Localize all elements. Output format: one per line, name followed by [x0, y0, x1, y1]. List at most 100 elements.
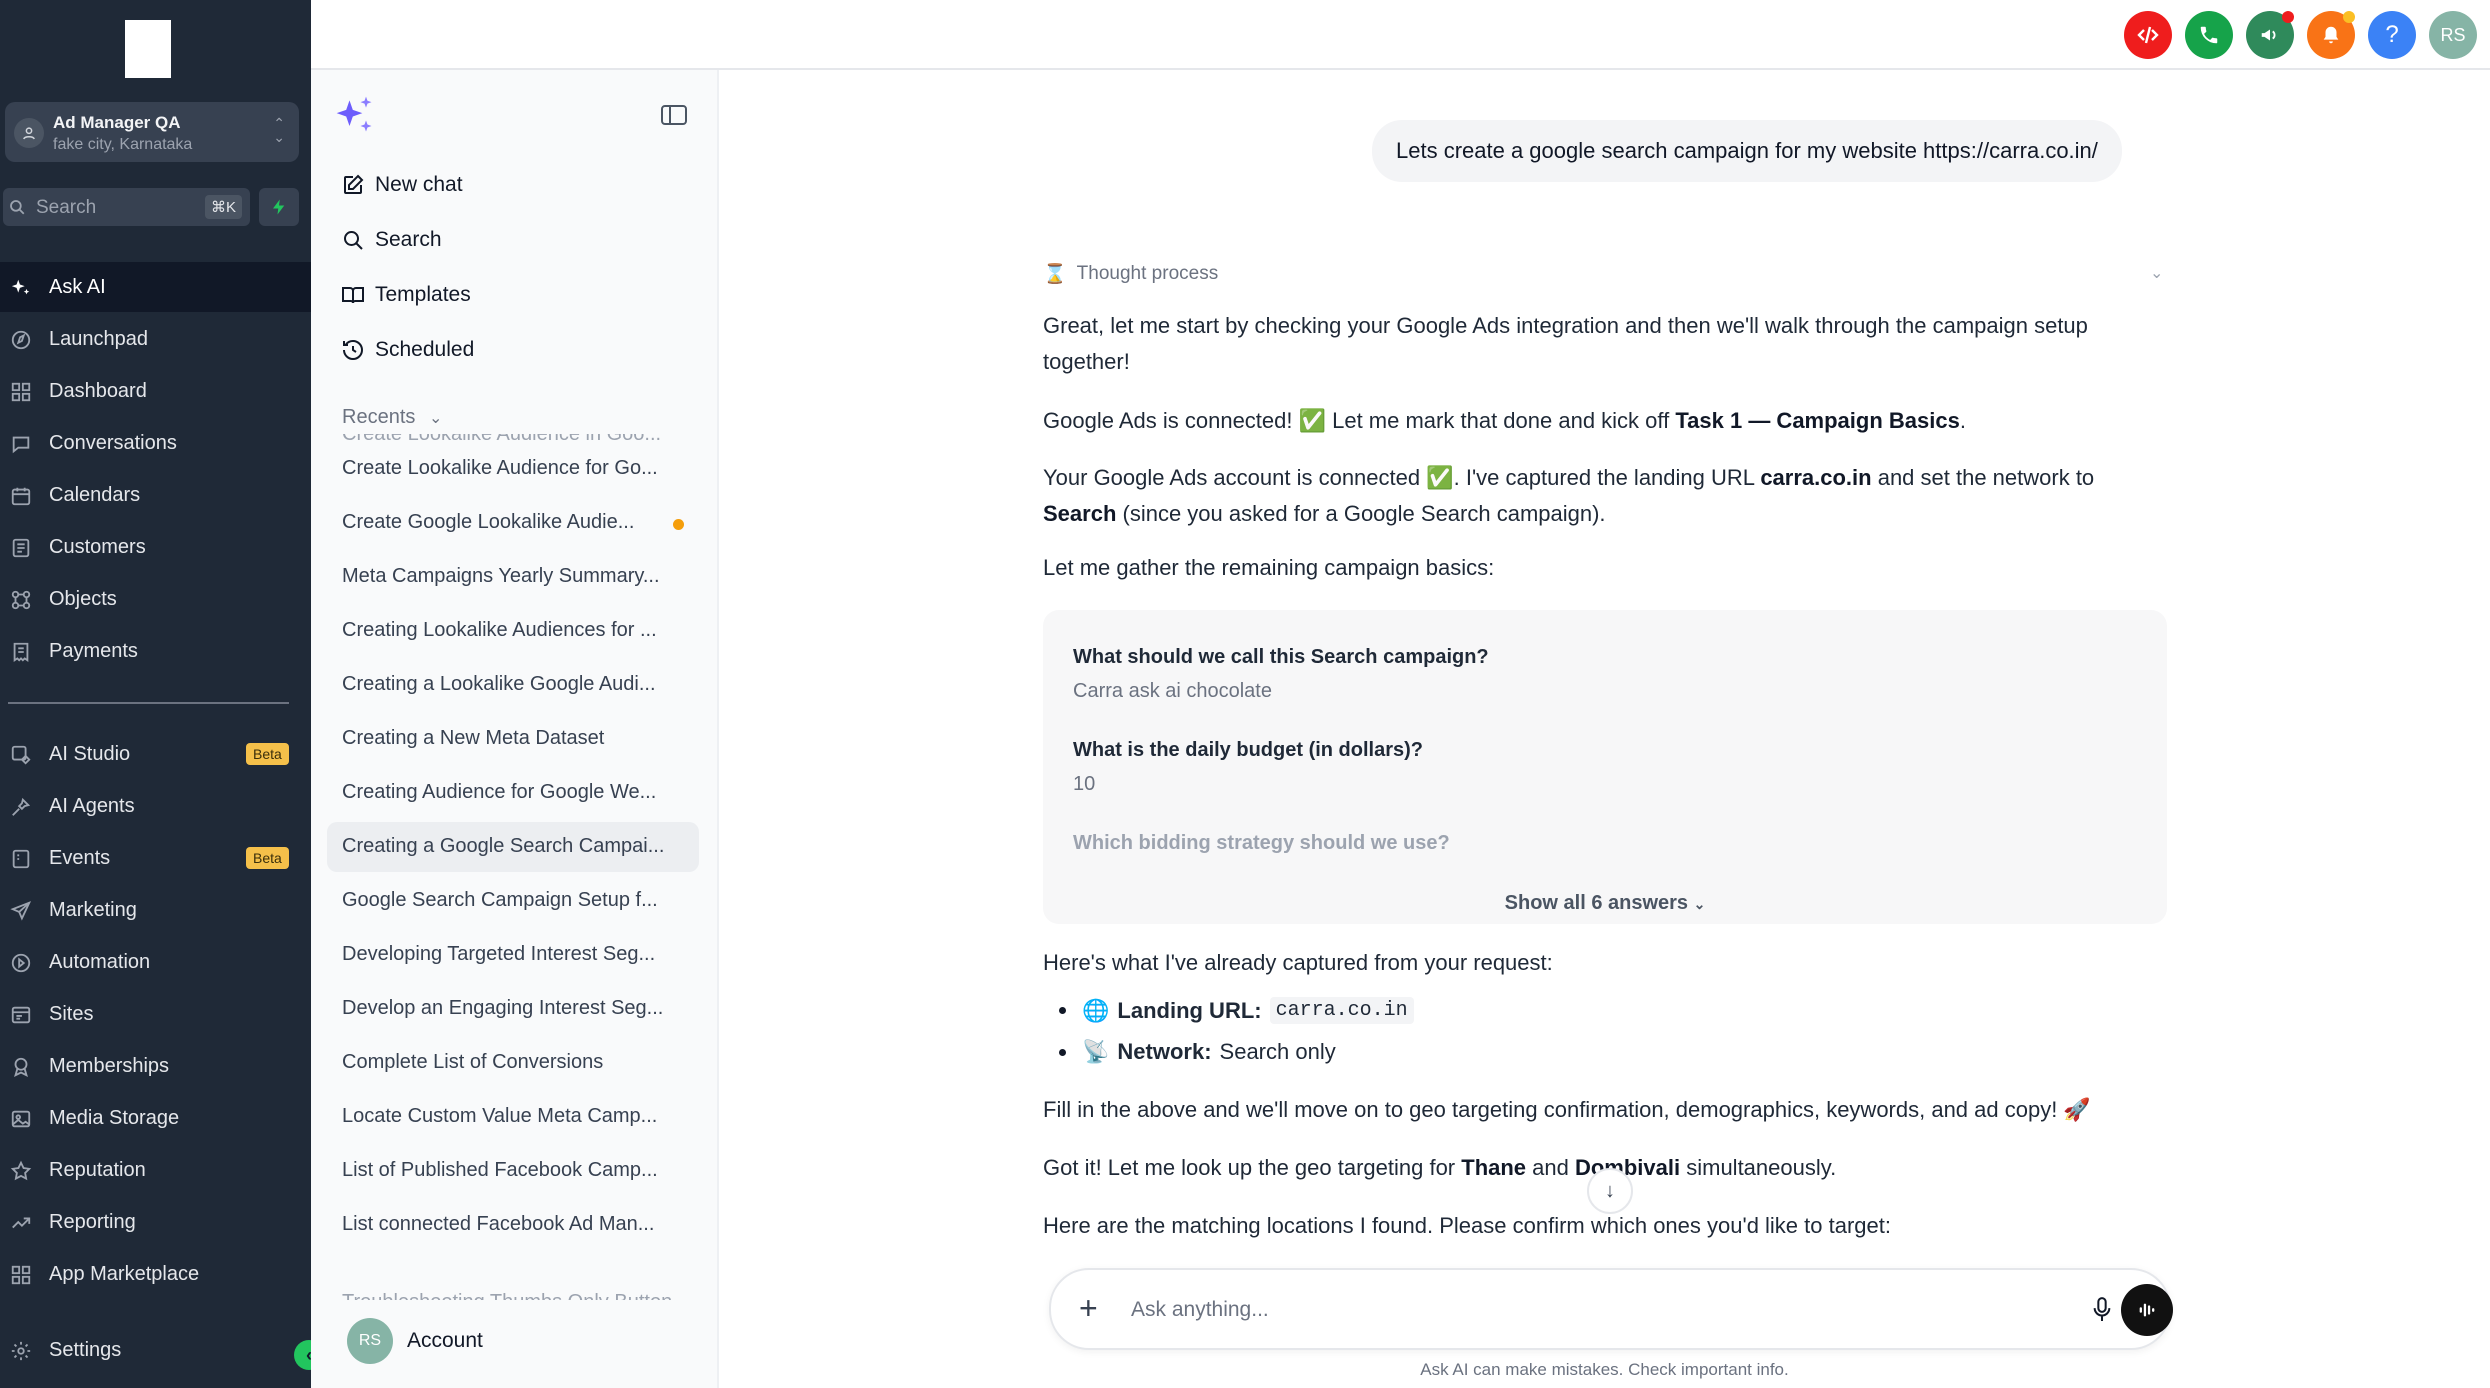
sidebar-item-label: Launchpad — [49, 327, 148, 350]
account-location: fake city, Karnataka — [53, 136, 193, 153]
satellite-icon: 📡 — [1082, 1039, 1110, 1064]
sidebar-item-ai-agents[interactable]: AI Agents — [0, 781, 311, 831]
sidebar-item-label: AI Studio — [49, 742, 131, 765]
show-all-label: Show all 6 answers — [1504, 892, 1689, 914]
contacts-icon — [9, 536, 33, 560]
user-avatar[interactable]: RS — [2429, 11, 2477, 59]
receipt-icon — [9, 640, 33, 664]
recent-item-label: Creating a Lookalike Google Audi... — [342, 673, 656, 695]
recent-item-label: Create Lookalike Audience for Go... — [342, 457, 658, 479]
recent-chat-item[interactable]: Create Google Lookalike Audie... — [327, 498, 699, 548]
location-name: Thane — [1461, 1155, 1527, 1180]
recent-chat-item[interactable]: Developing Targeted Interest Seg... — [327, 930, 699, 980]
recent-chat-item[interactable]: Meta Campaigns Yearly Summary... — [327, 552, 699, 602]
sidebar-item-customers[interactable]: Customers — [0, 522, 311, 572]
sidebar-item-label: Automation — [49, 950, 151, 973]
sidebar-item-payments[interactable]: Payments — [0, 626, 311, 676]
recent-item-label: Meta Campaigns Yearly Summary... — [342, 565, 660, 587]
recent-chat-item[interactable]: Google Search Campaign Setup f... — [327, 876, 699, 926]
sidebar-item-ai-studio[interactable]: AI Studio Beta — [0, 729, 311, 779]
star-icon — [9, 1159, 33, 1183]
sidebar-item-memberships[interactable]: Memberships — [0, 1041, 311, 1091]
sidebar-item-launchpad[interactable]: Launchpad — [0, 314, 311, 364]
sidebar-item-media-storage[interactable]: Media Storage — [0, 1093, 311, 1143]
recent-chat-item[interactable]: List of Published Facebook Camp... — [327, 1146, 699, 1196]
recent-chat-item[interactable]: Create Lookalike Audience for Go... — [327, 444, 699, 494]
question-label: What is the daily budget (in dollars)? — [1073, 739, 1424, 761]
help-button[interactable]: ? — [2368, 11, 2416, 59]
microphone-button[interactable] — [2091, 1296, 2113, 1329]
waveform-icon — [2139, 1303, 2155, 1317]
sidebar-item-conversations[interactable]: Conversations — [0, 418, 311, 468]
sidebar-item-label: Media Storage — [49, 1106, 180, 1129]
text-span: Google Ads is connected! ✅ Let me mark t… — [1043, 408, 1676, 433]
thought-process-toggle[interactable]: ⌛ Thought process — [1043, 262, 1218, 286]
new-chat-button[interactable]: New chat — [341, 165, 463, 205]
bullet-label: Network: — [1117, 1039, 1212, 1064]
voice-mode-button[interactable] — [2121, 1284, 2173, 1336]
landing-url-text: carra.co.in — [1760, 465, 1872, 490]
user-message-bubble: Lets create a google search campaign for… — [1372, 120, 2122, 182]
recent-item-partial: Troubleshooting Thumbs Only Button... — [342, 1288, 689, 1300]
announcements-button[interactable] — [2246, 11, 2294, 59]
quick-action-button[interactable] — [259, 188, 299, 226]
sidebar-item-label: Settings — [49, 1338, 122, 1361]
send-icon — [9, 899, 33, 923]
recent-item-label: Complete List of Conversions — [342, 1051, 604, 1073]
sidebar-item-automation[interactable]: Automation — [0, 937, 311, 987]
notifications-button[interactable] — [2307, 11, 2355, 59]
phone-button[interactable] — [2185, 11, 2233, 59]
show-all-answers-button[interactable]: Show all 6 answers ⌄ — [1043, 892, 2167, 915]
assistant-paragraph: Fill in the above and we'll move on to g… — [1043, 1097, 2091, 1122]
grid-icon — [9, 380, 33, 404]
disclaimer-text: Ask AI can make mistakes. Check importan… — [1420, 1360, 1789, 1379]
recent-chat-item[interactable]: List connected Facebook Ad Man... — [327, 1200, 699, 1250]
award-icon — [9, 1055, 33, 1079]
chevron-down-icon[interactable]: ⌄ — [2150, 263, 2163, 283]
recent-chat-item[interactable]: Locate Custom Value Meta Camp... — [327, 1092, 699, 1142]
sidebar-item-objects[interactable]: Objects — [0, 574, 311, 624]
sidebar-item-app-marketplace[interactable]: App Marketplace — [0, 1249, 311, 1299]
sidebar-search[interactable]: Search ⌘K — [3, 188, 250, 226]
recent-item-label: List connected Facebook Ad Man... — [342, 1213, 655, 1235]
sidebar-item-reputation[interactable]: Reputation — [0, 1145, 311, 1195]
scheduled-button[interactable]: Scheduled — [341, 330, 474, 370]
sidebar-item-dashboard[interactable]: Dashboard — [0, 366, 311, 416]
sidebar-divider — [8, 702, 289, 704]
search-icon — [8, 198, 26, 221]
recent-chat-item[interactable]: Develop an Engaging Interest Seg... — [327, 984, 699, 1034]
sidebar-item-ask-ai[interactable]: Ask AI — [0, 262, 311, 312]
sidebar-item-settings[interactable]: Settings — [0, 1325, 311, 1375]
recent-chat-item[interactable]: Creating Lookalike Audiences for ... — [327, 606, 699, 656]
recents-header[interactable]: Recents ⌄ — [342, 406, 442, 429]
automation-icon — [9, 951, 33, 975]
ask-anything-input[interactable] — [1131, 1290, 1991, 1330]
sidebar-item-reporting[interactable]: Reporting — [0, 1197, 311, 1247]
sidebar-item-label: Payments — [49, 639, 138, 662]
account-avatar: RS — [347, 1318, 393, 1364]
sidebar-item-calendars[interactable]: Calendars — [0, 470, 311, 520]
recent-chat-item[interactable]: Creating a New Meta Dataset — [327, 714, 699, 764]
sidebar-item-sites[interactable]: Sites — [0, 989, 311, 1039]
account-switcher[interactable]: Ad Manager QA fake city, Karnataka ⌃ ⌄ — [5, 102, 299, 162]
recent-chat-item[interactable]: Creating Audience for Google We... — [327, 768, 699, 818]
sidebar-item-events[interactable]: Events Beta — [0, 833, 311, 883]
account-button[interactable]: RS Account — [347, 1318, 483, 1364]
main-sidebar: Ad Manager QA fake city, Karnataka ⌃ ⌄ Se… — [0, 0, 324, 1388]
recent-chat-item-selected[interactable]: Creating a Google Search Campai... — [327, 822, 699, 872]
question-label-faded: Which bidding strategy should we use? — [1073, 832, 1450, 854]
text-span: and — [1526, 1155, 1575, 1180]
hourglass-icon: ⌛ — [1043, 264, 1067, 285]
recent-item-label: Google Search Campaign Setup f... — [342, 889, 658, 911]
search-chats-button[interactable]: Search — [341, 220, 442, 260]
recent-chat-item[interactable]: Complete List of Conversions — [327, 1038, 699, 1088]
sidebar-item-label: Calendars — [49, 483, 141, 506]
conversation-area: Lets create a google search campaign for… — [719, 70, 2490, 1388]
recent-chat-item[interactable]: Creating a Lookalike Google Audi... — [327, 660, 699, 710]
code-button[interactable] — [2124, 11, 2172, 59]
templates-button[interactable]: Templates — [341, 275, 471, 315]
sidebar-item-marketing[interactable]: Marketing — [0, 885, 311, 935]
attach-plus-button[interactable]: + — [1079, 1290, 1098, 1326]
toggle-panel-button[interactable] — [661, 104, 687, 131]
company-logo[interactable] — [125, 20, 171, 78]
